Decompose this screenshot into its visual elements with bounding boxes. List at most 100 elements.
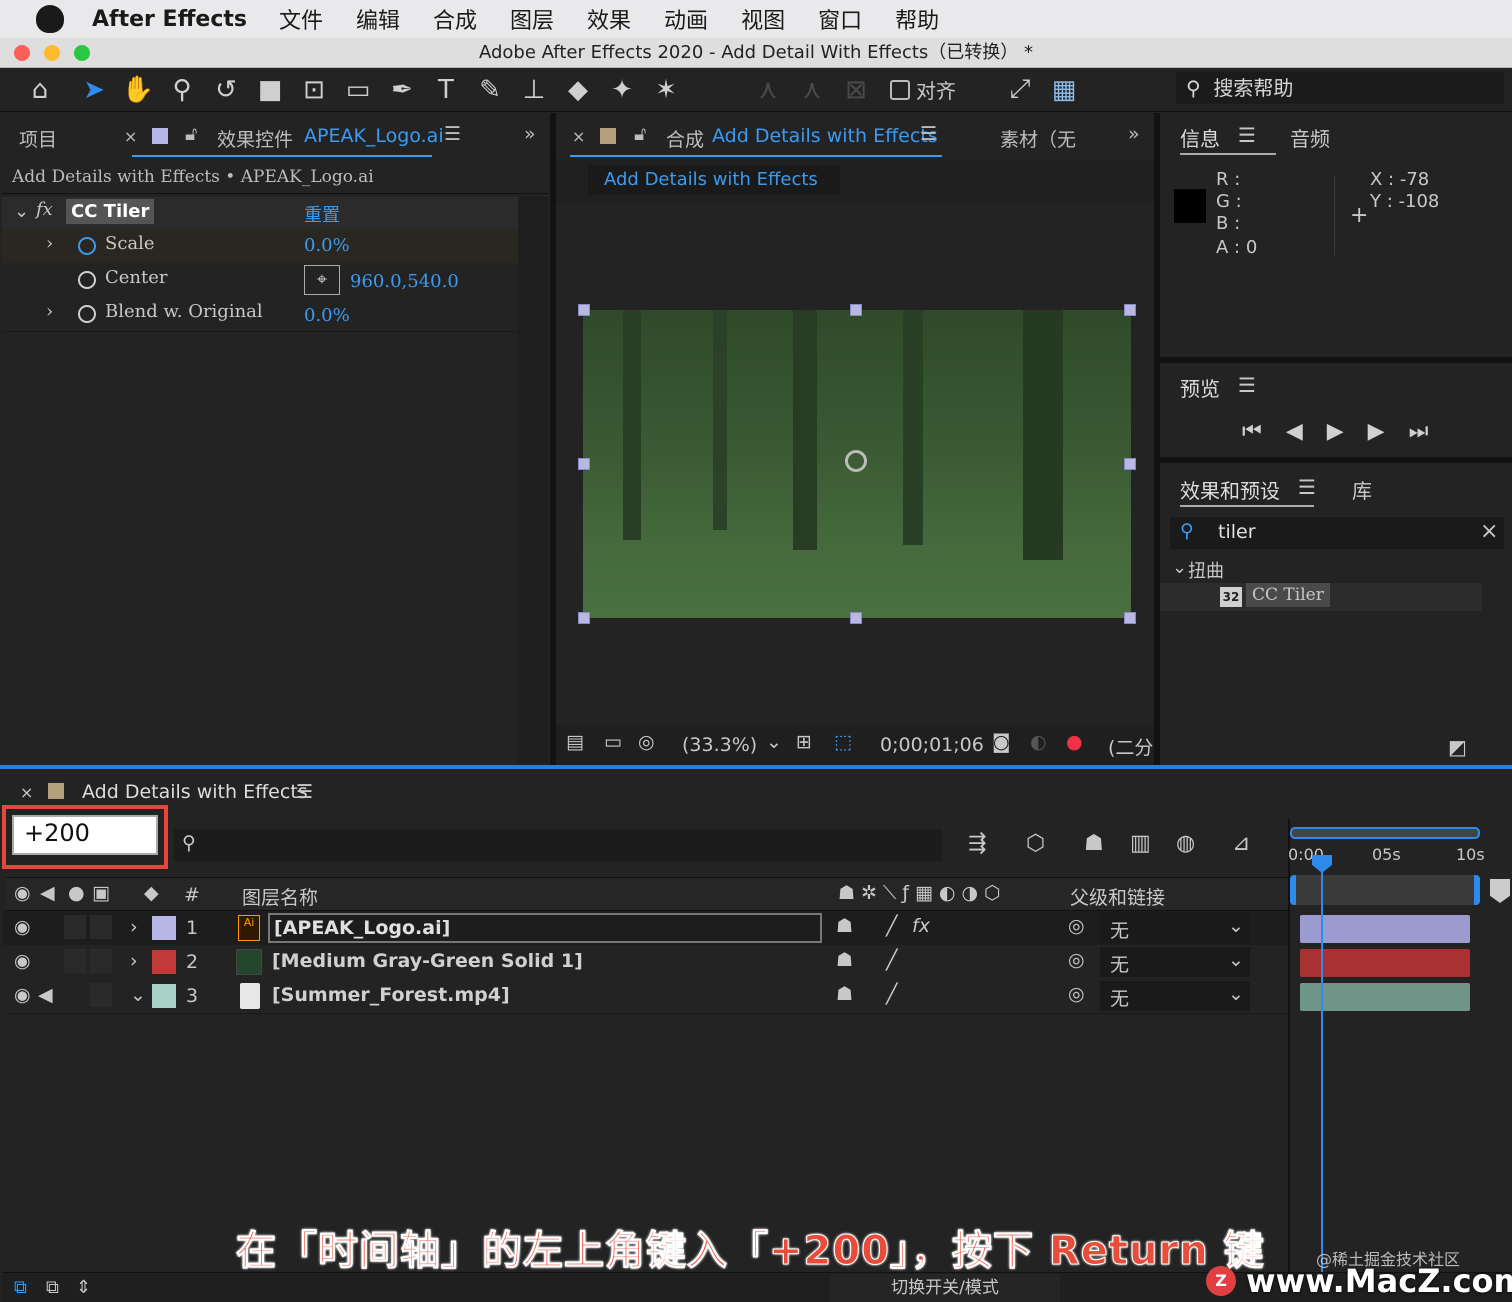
tab-library[interactable]: 库	[1352, 475, 1372, 504]
pen-tool-icon[interactable]: ✒	[382, 72, 422, 108]
layer-label-color[interactable]	[152, 916, 176, 940]
lock-switch[interactable]	[90, 983, 112, 1007]
layer-bar-3[interactable]	[1300, 983, 1470, 1011]
grid-icon[interactable]: ⊞	[796, 731, 812, 753]
tab-composition-target[interactable]: Add Details with Effects	[712, 125, 938, 147]
work-area-bar[interactable]	[1290, 875, 1480, 905]
stopwatch-icon[interactable]	[78, 305, 96, 323]
resolution-dropdown[interactable]: (二分	[1108, 733, 1153, 760]
scrollbar[interactable]	[518, 197, 548, 763]
playhead-line[interactable]	[1321, 869, 1323, 1279]
snapshot-camera-icon[interactable]: ◙	[992, 731, 1010, 753]
tab-composition-label[interactable]: 合成	[666, 125, 704, 152]
close-window-button[interactable]	[14, 45, 30, 61]
pickwhip-icon[interactable]: ◎	[1068, 949, 1085, 971]
zoom-tool-icon[interactable]: ⚲	[162, 72, 202, 108]
align-checkbox-icon[interactable]	[890, 79, 910, 100]
transform-handle[interactable]	[1124, 612, 1136, 624]
show-snapshot-icon[interactable]: ◐	[1030, 731, 1047, 753]
tab-info[interactable]: 信息	[1180, 123, 1220, 152]
draft-3d-icon[interactable]: ⬡	[1026, 831, 1045, 856]
transform-handle[interactable]	[850, 612, 862, 624]
last-frame-icon[interactable]: ⏭	[1409, 419, 1429, 444]
frame-blending-icon[interactable]: ▥	[1130, 831, 1151, 856]
layer-name[interactable]: [Medium Gray-Green Solid 1]	[272, 950, 583, 972]
close-icon[interactable]: ×	[124, 127, 137, 146]
chevron-down-icon[interactable]: ⌄	[130, 984, 146, 1006]
minimize-window-button[interactable]	[44, 45, 60, 61]
effects-search-input[interactable]: ⚲ tiler ×	[1170, 517, 1504, 549]
param-value[interactable]: 0.0%	[304, 235, 350, 256]
layer-label-color[interactable]	[152, 950, 176, 974]
zoom-window-button[interactable]	[74, 45, 90, 61]
effect-name[interactable]: CC Tiler	[66, 199, 155, 224]
panel-menu-icon[interactable]: ☰	[296, 781, 313, 803]
chevron-down-icon[interactable]: ⌄	[1228, 983, 1244, 1005]
timecode-input[interactable]: +200	[12, 815, 158, 855]
previous-frame-icon[interactable]: ◀	[1286, 419, 1303, 444]
effect-header-row[interactable]: ⌄ fx CC Tiler 重置	[2, 197, 518, 229]
lock-switch[interactable]	[90, 949, 112, 973]
layer-row-1[interactable]: ◉ › 1 Ai [APEAK_Logo.ai] ☗ ╱ fx ◎ 无 ⌄	[2, 911, 1290, 945]
in-out-icon[interactable]: ⇕	[76, 1277, 91, 1298]
graph-editor-icon[interactable]: ⊿	[1232, 831, 1250, 856]
lock-icon[interactable]: 🔓︎	[634, 123, 646, 145]
fx-icon[interactable]: fx	[36, 199, 53, 220]
chevron-down-icon[interactable]: ⌄	[1228, 915, 1244, 937]
layer-bar-1[interactable]	[1300, 915, 1470, 943]
type-tool-icon[interactable]: T	[426, 72, 466, 108]
close-icon[interactable]: ×	[572, 127, 585, 146]
timeline-title[interactable]: Add Details with Effects	[82, 781, 308, 803]
menu-window[interactable]: 窗口	[818, 3, 862, 35]
panel-overflow-icon[interactable]: »	[524, 123, 536, 145]
preview-region-icon[interactable]: ▤	[566, 731, 584, 753]
layer-label-color[interactable]	[152, 984, 176, 1008]
quality-icon[interactable]: ╱	[886, 983, 897, 1005]
anchor-point-icon[interactable]	[845, 450, 867, 472]
lock-switch[interactable]	[90, 915, 112, 939]
tab-footage[interactable]: 素材（无	[1000, 125, 1076, 152]
eye-icon[interactable]: ◉	[14, 984, 31, 1006]
param-value[interactable]: 960.0,540.0	[350, 271, 459, 292]
transform-handle[interactable]	[578, 612, 590, 624]
effect-list-item[interactable]: 32 CC Tiler	[1160, 583, 1482, 611]
eye-icon[interactable]: ◉	[14, 916, 31, 938]
category-distort[interactable]: 扭曲	[1188, 557, 1224, 583]
speaker-icon[interactable]: ◀	[38, 984, 53, 1006]
menu-effect[interactable]: 效果	[587, 3, 631, 35]
column-parent[interactable]: 父级和链接	[1070, 883, 1165, 910]
rotate-tool-icon[interactable]: ↺	[206, 72, 246, 108]
solo-icon[interactable]: ●	[68, 882, 85, 904]
chevron-right-icon[interactable]: ›	[130, 950, 138, 972]
home-icon[interactable]: ⌂	[20, 72, 60, 108]
eye-icon[interactable]: ◉	[14, 882, 31, 904]
tab-audio[interactable]: 音频	[1290, 123, 1330, 152]
label-tag-icon[interactable]: ◆	[144, 882, 159, 904]
search-help-field[interactable]: ⚲ 搜索帮助	[1176, 72, 1504, 104]
hand-tool-icon[interactable]: ✋	[118, 72, 158, 108]
speaker-icon[interactable]: ◀	[40, 882, 55, 904]
column-layer-name[interactable]: 图层名称	[242, 883, 318, 910]
camera-tool-icon[interactable]: ■	[250, 72, 290, 108]
rectangle-tool-icon[interactable]: ▭	[338, 72, 378, 108]
shy-icon[interactable]: ☗	[836, 949, 853, 971]
transform-handle[interactable]	[1124, 458, 1136, 470]
reset-link[interactable]: 重置	[304, 201, 340, 227]
transfer-controls-icon[interactable]: ⧉	[46, 1277, 59, 1298]
layer-row-3[interactable]: ◉ ◀ ⌄ 3 [Summer_Forest.mp4] ☗ ╱ ◎ 无 ⌄	[2, 979, 1290, 1013]
transform-handle[interactable]	[578, 458, 590, 470]
selection-tool-icon[interactable]: ➤	[74, 72, 114, 108]
fx-icon[interactable]: fx	[912, 915, 930, 937]
comp-marker-icon[interactable]	[1490, 879, 1510, 903]
expand-icon[interactable]: ⤢	[1000, 72, 1040, 108]
align-toggle[interactable]: 对齐	[890, 75, 956, 104]
layer-name[interactable]: [APEAK_Logo.ai]	[268, 913, 822, 943]
panel-menu-icon[interactable]: ☰	[1238, 123, 1256, 147]
chevron-right-icon[interactable]: ›	[46, 233, 53, 254]
puppet-tool-icon[interactable]: ✶	[646, 72, 686, 108]
transform-handle[interactable]	[578, 304, 590, 316]
navigator-bar[interactable]	[1290, 827, 1480, 839]
lock-icon[interactable]: ▣	[92, 882, 110, 904]
first-frame-icon[interactable]: ⏮	[1242, 419, 1262, 444]
panel-menu-icon[interactable]: ☰	[444, 123, 461, 145]
